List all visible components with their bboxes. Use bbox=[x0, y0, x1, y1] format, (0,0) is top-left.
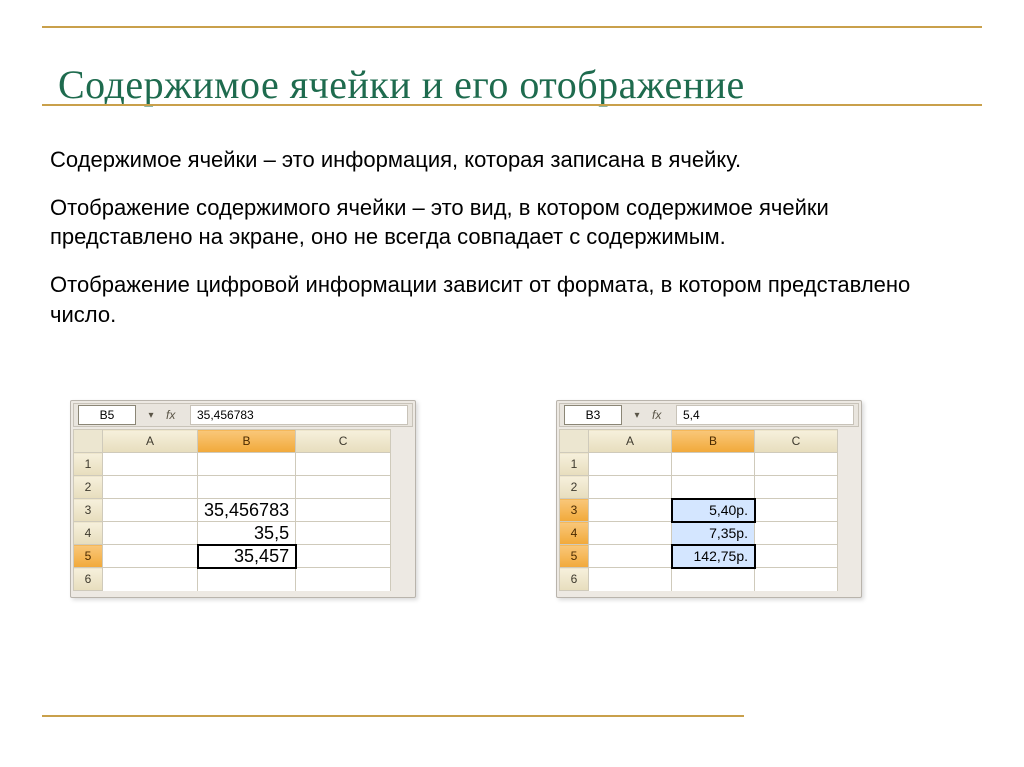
cell-a3[interactable] bbox=[103, 499, 198, 522]
cell-b2[interactable] bbox=[198, 476, 296, 499]
spreadsheet-example-2: B3 ▾ fx 5,4 A B C 1 2 bbox=[556, 400, 862, 598]
row-header-5[interactable]: 5 bbox=[560, 545, 589, 568]
cell-b4[interactable]: 35,5 bbox=[198, 522, 296, 545]
col-header-a[interactable]: A bbox=[589, 430, 672, 453]
row-header-3[interactable]: 3 bbox=[560, 499, 589, 522]
cell-c5[interactable] bbox=[755, 545, 838, 568]
cell-c3[interactable] bbox=[755, 499, 838, 522]
row-header-2[interactable]: 2 bbox=[560, 476, 589, 499]
name-box-dropdown-icon[interactable]: ▾ bbox=[142, 406, 160, 424]
cell-a1[interactable] bbox=[103, 453, 198, 476]
cell-a6[interactable] bbox=[589, 568, 672, 591]
formula-value[interactable]: 35,456783 bbox=[190, 405, 408, 425]
select-all-corner[interactable] bbox=[560, 430, 589, 453]
cell-c4[interactable] bbox=[755, 522, 838, 545]
row-header-2[interactable]: 2 bbox=[74, 476, 103, 499]
cell-b1[interactable] bbox=[198, 453, 296, 476]
cell-b5[interactable]: 35,457 bbox=[198, 545, 296, 568]
cell-a2[interactable] bbox=[589, 476, 672, 499]
cell-b3[interactable]: 35,456783 bbox=[198, 499, 296, 522]
col-header-c[interactable]: C bbox=[755, 430, 838, 453]
cell-c3[interactable] bbox=[296, 499, 391, 522]
decor-rule-under-title bbox=[42, 104, 982, 106]
cell-a4[interactable] bbox=[103, 522, 198, 545]
name-box[interactable]: B3 bbox=[564, 405, 622, 425]
cell-b6[interactable] bbox=[672, 568, 755, 591]
decor-rule-top bbox=[42, 26, 982, 28]
cell-c1[interactable] bbox=[755, 453, 838, 476]
formula-bar: B5 ▾ fx 35,456783 bbox=[73, 403, 413, 427]
cell-a3[interactable] bbox=[589, 499, 672, 522]
col-header-b[interactable]: B bbox=[672, 430, 755, 453]
col-header-a[interactable]: A bbox=[103, 430, 198, 453]
cell-c2[interactable] bbox=[755, 476, 838, 499]
slide-title: Содержимое ячейки и его отображение bbox=[58, 61, 982, 108]
cell-a1[interactable] bbox=[589, 453, 672, 476]
row-header-6[interactable]: 6 bbox=[560, 568, 589, 591]
fx-icon[interactable]: fx bbox=[166, 408, 184, 422]
row-header-1[interactable]: 1 bbox=[74, 453, 103, 476]
paragraph-3: Отображение цифровой информации зависит … bbox=[50, 270, 974, 329]
cell-c2[interactable] bbox=[296, 476, 391, 499]
grid: A B C 1 2 3 5,40р. bbox=[559, 429, 838, 591]
row-header-4[interactable]: 4 bbox=[560, 522, 589, 545]
cell-a2[interactable] bbox=[103, 476, 198, 499]
formula-value[interactable]: 5,4 bbox=[676, 405, 854, 425]
cell-c6[interactable] bbox=[296, 568, 391, 591]
cell-b3[interactable]: 5,40р. bbox=[672, 499, 755, 522]
cell-c4[interactable] bbox=[296, 522, 391, 545]
cell-b5[interactable]: 142,75р. bbox=[672, 545, 755, 568]
cell-a4[interactable] bbox=[589, 522, 672, 545]
cell-c1[interactable] bbox=[296, 453, 391, 476]
cell-c5[interactable] bbox=[296, 545, 391, 568]
row-header-1[interactable]: 1 bbox=[560, 453, 589, 476]
select-all-corner[interactable] bbox=[74, 430, 103, 453]
row-header-3[interactable]: 3 bbox=[74, 499, 103, 522]
grid: A B C 1 2 3 35,456783 bbox=[73, 429, 391, 591]
cell-b4[interactable]: 7,35р. bbox=[672, 522, 755, 545]
cell-a5[interactable] bbox=[103, 545, 198, 568]
paragraph-1: Содержимое ячейки – это информация, кото… bbox=[50, 145, 974, 175]
col-header-b[interactable]: B bbox=[198, 430, 296, 453]
fx-icon[interactable]: fx bbox=[652, 408, 670, 422]
cell-a5[interactable] bbox=[589, 545, 672, 568]
body-text: Содержимое ячейки – это информация, кото… bbox=[50, 145, 974, 347]
name-box-dropdown-icon[interactable]: ▾ bbox=[628, 406, 646, 424]
decor-rule-bottom bbox=[42, 715, 744, 717]
name-box[interactable]: B5 bbox=[78, 405, 136, 425]
row-header-4[interactable]: 4 bbox=[74, 522, 103, 545]
col-header-c[interactable]: C bbox=[296, 430, 391, 453]
cell-a6[interactable] bbox=[103, 568, 198, 591]
spreadsheet-example-1: B5 ▾ fx 35,456783 A B C 1 2 bbox=[70, 400, 416, 598]
cell-c6[interactable] bbox=[755, 568, 838, 591]
cell-b6[interactable] bbox=[198, 568, 296, 591]
cell-b1[interactable] bbox=[672, 453, 755, 476]
row-header-6[interactable]: 6 bbox=[74, 568, 103, 591]
cell-b2[interactable] bbox=[672, 476, 755, 499]
row-header-5[interactable]: 5 bbox=[74, 545, 103, 568]
paragraph-2: Отображение содержимого ячейки – это вид… bbox=[50, 193, 974, 252]
formula-bar: B3 ▾ fx 5,4 bbox=[559, 403, 859, 427]
